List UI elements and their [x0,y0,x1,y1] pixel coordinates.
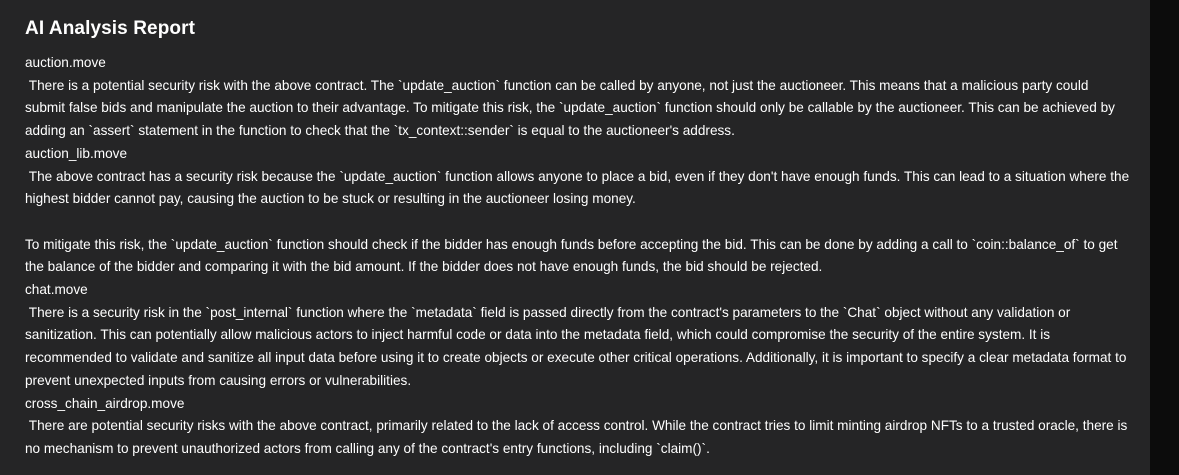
file-name: cross_chain_airdrop.move [25,395,185,411]
file-analysis: There is a security risk in the `post_in… [25,304,1131,388]
file-analysis: There is a potential security risk with … [25,77,1119,139]
window-edge [1150,0,1179,475]
analysis-report-panel: AI Analysis Report auction.move There is… [0,0,1150,475]
file-name: chat.move [25,282,88,298]
file-analysis: There are potential security risks with … [25,418,1132,456]
file-name: auction.move [25,55,106,70]
file-name: auction_lib.move [25,145,128,161]
file-analysis: The above contract has a security risk b… [25,168,1130,275]
report-title: AI Analysis Report [25,18,196,39]
report-body: auction.move There is a potential securi… [25,52,1130,461]
